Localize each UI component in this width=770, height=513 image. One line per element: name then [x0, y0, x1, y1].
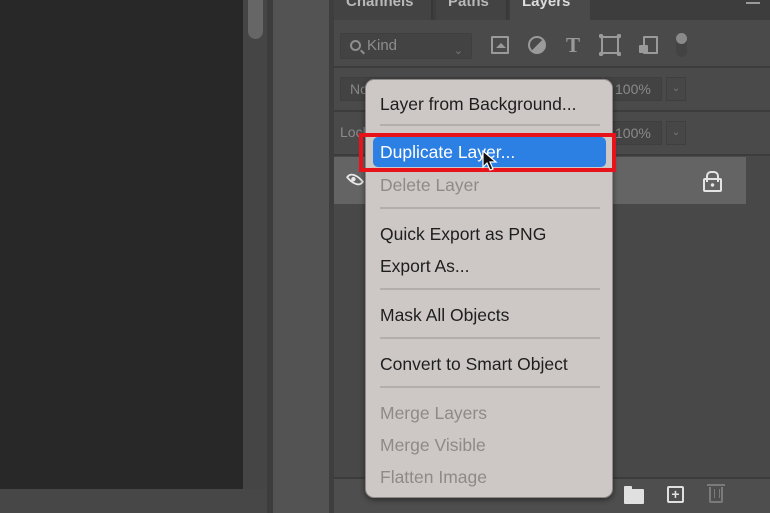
- lock-icon[interactable]: [703, 171, 722, 192]
- panel-menu-icon[interactable]: [746, 0, 760, 4]
- filter-kind-label: Kind: [367, 37, 398, 54]
- opacity-dropdown-button[interactable]: ⌄: [666, 77, 686, 101]
- menu-item-convert-smart-object[interactable]: Convert to Smart Object: [380, 352, 568, 376]
- menu-item-mask-all-objects[interactable]: Mask All Objects: [380, 303, 509, 327]
- menu-item-quick-export-png[interactable]: Quick Export as PNG: [380, 222, 546, 246]
- chevron-down-icon: ⌄: [453, 45, 463, 57]
- menu-item-merge-visible: Merge Visible: [380, 435, 486, 455]
- layer-filter-row: Kind ⌄ T: [334, 20, 770, 68]
- menu-item-merge-layers: Merge Layers: [380, 403, 487, 423]
- menu-separator: [380, 337, 600, 339]
- tab-paths[interactable]: Paths: [436, 0, 508, 20]
- vertical-scrollbar-thumb[interactable]: [248, 0, 263, 39]
- menu-separator: [380, 124, 600, 126]
- eye-icon[interactable]: [345, 170, 365, 189]
- search-icon: [350, 40, 361, 51]
- photoshop-workspace: Channels Paths Layers Kind ⌄ T Normal 10…: [0, 0, 770, 513]
- menu-separator: [380, 207, 600, 209]
- menu-item-layer-from-background[interactable]: Layer from Background...: [380, 92, 576, 116]
- menu-item-flatten-image: Flatten Image: [380, 467, 487, 487]
- menu-separator: [380, 288, 600, 290]
- filter-kind-select[interactable]: Kind ⌄: [340, 33, 472, 59]
- filter-toggle[interactable]: [676, 33, 687, 57]
- delete-layer-icon[interactable]: [707, 484, 725, 503]
- smart-object-filter-icon[interactable]: [639, 36, 658, 54]
- menu-item-export-as[interactable]: Export As...: [380, 254, 469, 278]
- new-layer-icon[interactable]: +: [667, 486, 684, 503]
- menu-item-delete-layer: Delete Layer: [380, 175, 480, 195]
- vertical-scrollbar[interactable]: [243, 0, 267, 489]
- collapsed-panel-dock: [273, 0, 329, 513]
- fill-dropdown-button[interactable]: ⌄: [666, 121, 686, 145]
- type-filter-icon[interactable]: T: [564, 35, 582, 56]
- shape-filter-icon[interactable]: [599, 34, 621, 56]
- panel-tab-bar: Channels Paths Layers: [334, 0, 770, 20]
- document-canvas[interactable]: [0, 0, 243, 489]
- new-group-icon[interactable]: [624, 486, 644, 504]
- image-filter-icon[interactable]: [491, 36, 509, 54]
- horizontal-scrollbar[interactable]: [0, 489, 267, 513]
- tab-layers[interactable]: Layers: [510, 0, 590, 20]
- menu-separator: [380, 386, 600, 388]
- adjustment-filter-icon[interactable]: [528, 36, 546, 54]
- tab-channels[interactable]: Channels: [334, 0, 433, 20]
